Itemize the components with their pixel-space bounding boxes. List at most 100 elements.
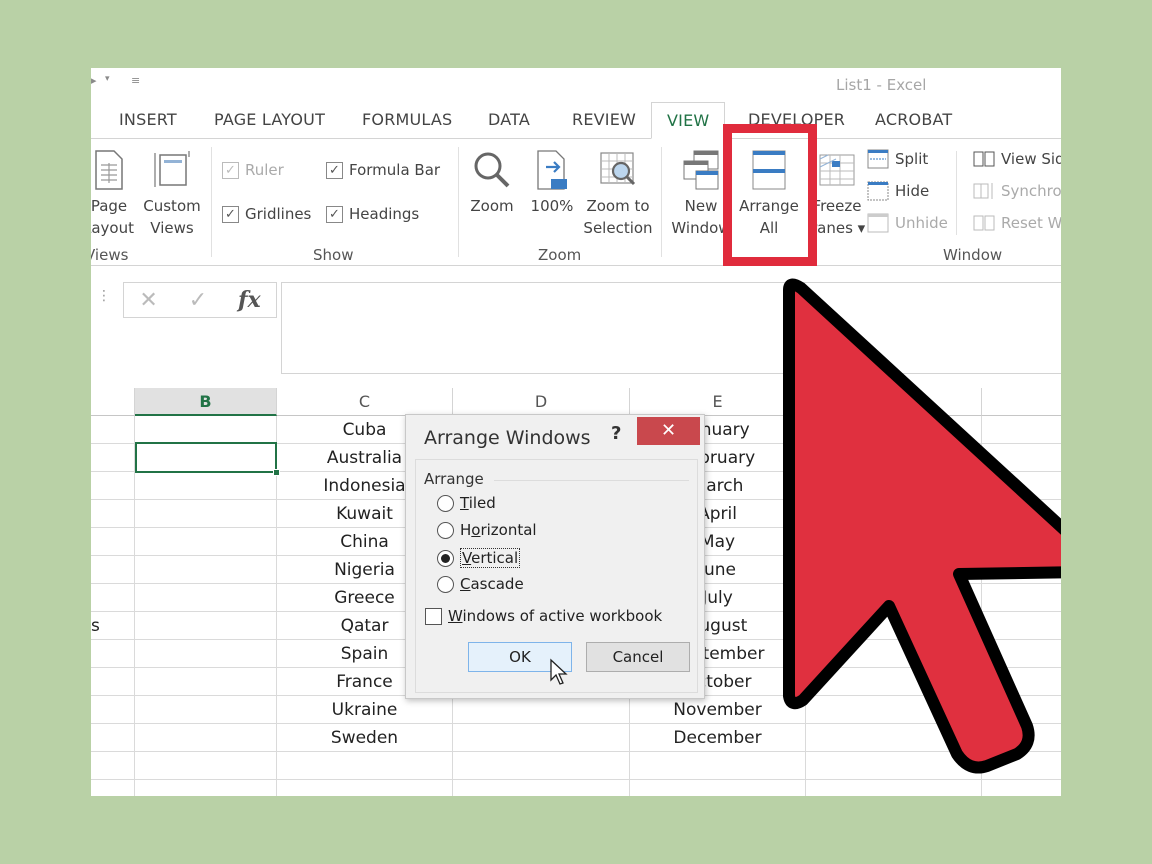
cell[interactable] xyxy=(135,780,277,796)
cell[interactable] xyxy=(91,752,135,780)
ribbon-tabs: INSERT PAGE LAYOUT FORMULAS DATA REVIEW … xyxy=(91,102,1061,139)
radio-option[interactable]: Vertical xyxy=(437,548,521,568)
active-cell-selection[interactable] xyxy=(135,442,280,476)
cell[interactable] xyxy=(453,780,630,796)
tab-acrobat[interactable]: ACROBAT xyxy=(875,110,952,129)
group-separator xyxy=(458,147,459,257)
synchronous-scrolling-button[interactable]: Synchronous Scrolling xyxy=(973,181,1061,201)
cell[interactable] xyxy=(91,640,135,668)
help-icon[interactable]: ? xyxy=(611,423,621,444)
zoom-to-selection-button[interactable]: Zoom to Selection xyxy=(579,149,657,239)
cell[interactable] xyxy=(453,696,630,724)
page-layout-button[interactable]: Page Layout xyxy=(91,149,134,239)
headings-checkbox[interactable]: ✓ Headings xyxy=(326,205,419,223)
group-label-window: Window xyxy=(943,246,1003,264)
cell[interactable] xyxy=(277,752,453,780)
group-label-show: Show xyxy=(313,246,354,264)
close-button[interactable]: ✕ xyxy=(637,417,700,445)
cell[interactable] xyxy=(630,780,806,796)
cell[interactable] xyxy=(135,416,277,444)
cell[interactable] xyxy=(630,752,806,780)
arrange-all-highlight-box xyxy=(723,124,817,266)
cell[interactable] xyxy=(91,584,135,612)
cell[interactable] xyxy=(135,612,277,640)
column-header-d[interactable]: D xyxy=(453,388,630,416)
radio-option[interactable]: Tiled xyxy=(437,494,496,512)
tab-insert[interactable]: INSERT xyxy=(119,110,177,129)
windows-of-active-workbook-checkbox[interactable]: Windows of active workbook xyxy=(425,607,662,625)
cell[interactable] xyxy=(277,780,453,796)
cell[interactable] xyxy=(135,668,277,696)
gridlines-checkbox[interactable]: ✓ Gridlines xyxy=(222,205,311,223)
cell[interactable]: December xyxy=(630,724,806,752)
unhide-button[interactable]: Unhide xyxy=(867,213,948,233)
cell[interactable] xyxy=(91,472,135,500)
checkbox-checked-icon: ✓ xyxy=(222,205,239,223)
cell[interactable] xyxy=(91,780,135,796)
cell[interactable]: s xyxy=(91,612,135,640)
cell[interactable] xyxy=(135,752,277,780)
cell[interactable] xyxy=(135,472,277,500)
fill-handle[interactable] xyxy=(273,469,280,476)
hide-button[interactable]: Hide xyxy=(867,181,929,201)
tab-view[interactable]: VIEW xyxy=(651,102,726,139)
cell[interactable] xyxy=(806,780,982,796)
cell[interactable] xyxy=(135,500,277,528)
cell[interactable] xyxy=(91,696,135,724)
column-header-c[interactable]: C xyxy=(277,388,453,416)
zoom-100-button[interactable]: 100% xyxy=(528,149,576,217)
cell[interactable]: Sweden xyxy=(277,724,453,752)
cell[interactable] xyxy=(91,416,135,444)
cell[interactable] xyxy=(91,528,135,556)
cell[interactable] xyxy=(91,444,135,472)
insert-function-icon[interactable]: fx xyxy=(238,287,261,313)
window-title: List1 - Excel xyxy=(836,76,927,94)
cancel-entry-icon[interactable]: ✕ xyxy=(139,288,157,313)
custom-views-button[interactable]: Custom Views xyxy=(141,149,203,239)
chevron-down-icon[interactable]: ▾ xyxy=(105,74,110,84)
view-side-by-side-button[interactable]: View Side by Side xyxy=(973,149,1061,169)
cell[interactable] xyxy=(135,528,277,556)
cancel-button[interactable]: Cancel xyxy=(586,642,690,672)
radio-empty-icon xyxy=(437,575,454,593)
view-side-by-side-icon xyxy=(973,151,995,167)
reset-window-position-button[interactable]: Reset Window Position xyxy=(973,213,1061,233)
tab-data[interactable]: DATA xyxy=(488,110,530,129)
radio-selected-icon xyxy=(437,549,454,567)
tab-review[interactable]: REVIEW xyxy=(572,110,636,129)
radio-option[interactable]: Cascade xyxy=(437,575,524,593)
cell[interactable] xyxy=(135,724,277,752)
cell[interactable] xyxy=(91,668,135,696)
split-button[interactable]: Split xyxy=(867,149,928,169)
ruler-checkbox[interactable]: ✓ Ruler xyxy=(222,161,284,179)
cell[interactable] xyxy=(91,724,135,752)
customize-qat-icon[interactable]: ≡ xyxy=(131,74,140,87)
cell[interactable] xyxy=(91,500,135,528)
ribbon: Page Layout Custom Views Views ✓ Ruler ✓… xyxy=(91,138,1061,266)
undo-icon[interactable]: ▸ xyxy=(91,74,97,87)
column-header-a[interactable] xyxy=(91,388,135,416)
cell[interactable] xyxy=(453,724,630,752)
tab-formulas[interactable]: FORMULAS xyxy=(362,110,452,129)
checkbox-checked-icon: ✓ xyxy=(326,161,343,179)
cell[interactable] xyxy=(982,780,1061,796)
cell[interactable] xyxy=(135,584,277,612)
cell[interactable] xyxy=(135,696,277,724)
cell[interactable] xyxy=(135,640,277,668)
reset-window-position-icon xyxy=(973,215,995,231)
radio-option[interactable]: Horizontal xyxy=(437,521,537,539)
column-header-e[interactable]: E xyxy=(630,388,806,416)
cell[interactable] xyxy=(453,752,630,780)
enter-entry-icon[interactable]: ✓ xyxy=(189,288,207,313)
group-separator xyxy=(211,147,212,257)
tab-page-layout[interactable]: PAGE LAYOUT xyxy=(214,110,325,129)
arrange-group-label: Arrange xyxy=(424,470,484,488)
new-window-button[interactable]: New Window xyxy=(671,149,731,239)
cell[interactable] xyxy=(91,556,135,584)
cell[interactable] xyxy=(135,556,277,584)
column-header-b[interactable]: B xyxy=(135,388,277,416)
formula-bar-checkbox[interactable]: ✓ Formula Bar xyxy=(326,161,440,179)
zoom-button[interactable]: Zoom xyxy=(465,149,519,217)
cell[interactable]: November xyxy=(630,696,806,724)
cell[interactable]: Ukraine xyxy=(277,696,453,724)
